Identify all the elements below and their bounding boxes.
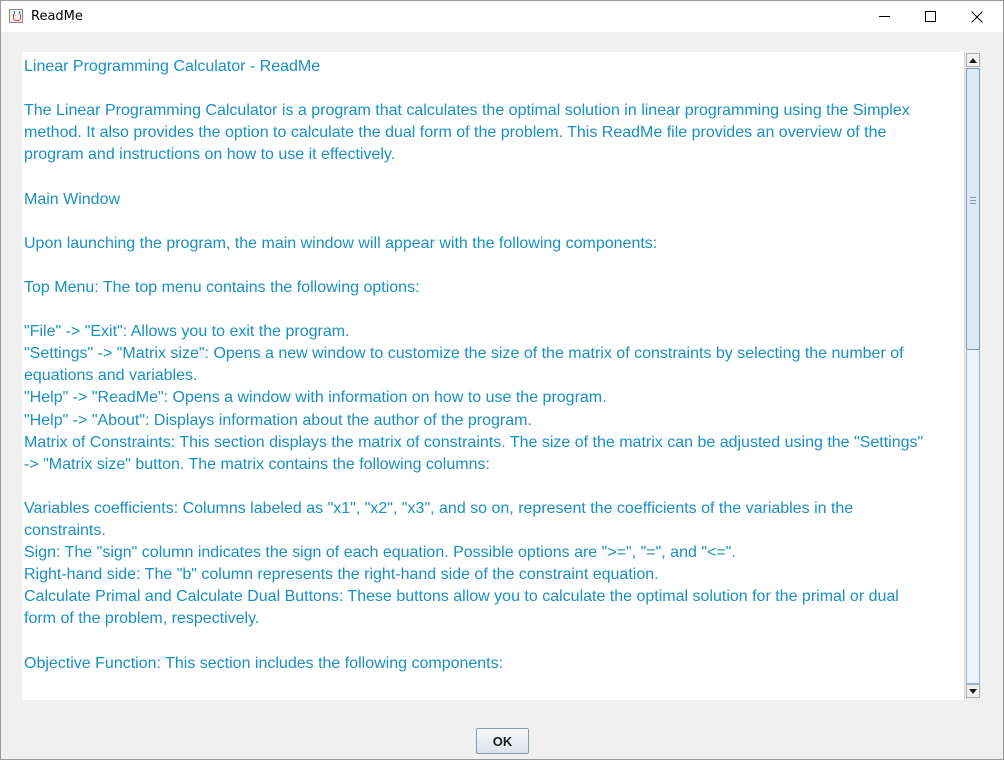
minimize-button[interactable] [861, 1, 907, 32]
readme-text-line [24, 675, 964, 697]
maximize-icon [924, 11, 936, 22]
readme-text-line [24, 255, 964, 277]
scrollbar-thumb[interactable] [966, 68, 980, 350]
readme-text-line [24, 166, 964, 188]
readme-text-line: program and instructions on how to use i… [24, 146, 396, 164]
readme-text-area[interactable]: Linear Programming Calculator - ReadMe Th… [24, 56, 964, 698]
readme-text-line [24, 630, 964, 652]
readme-text-line: Right-hand side: The "b" column represen… [24, 566, 659, 584]
readme-text-line: form of the problem, respectively. [24, 610, 260, 628]
readme-dialog: ReadMe Linear Programming Calculator - R… [0, 0, 1004, 760]
readme-scroll-pane[interactable]: Linear Programming Calculator - ReadMe Th… [22, 52, 981, 700]
readme-text-line [24, 299, 964, 321]
readme-text-line: The Linear Programming Calculator is a p… [24, 102, 910, 120]
readme-text-line: "Settings" -> "Matrix size": Opens a new… [24, 345, 904, 363]
maximize-button[interactable] [907, 1, 953, 32]
readme-text-line: method. It also provides the option to c… [24, 124, 887, 142]
close-button[interactable] [954, 1, 1000, 32]
readme-text-line: equations and variables. [24, 367, 198, 385]
arrow-up-icon [969, 57, 977, 63]
close-icon [971, 10, 983, 23]
vertical-scrollbar[interactable] [964, 52, 981, 700]
scroll-down-button[interactable] [966, 684, 980, 698]
readme-text-line: "Help" -> "About": Displays information … [24, 411, 532, 429]
readme-text-line: Objective Function: This section include… [24, 654, 504, 672]
readme-text-line: Variables coefficients: Columns labeled … [24, 499, 854, 517]
window-title: ReadMe [31, 9, 83, 24]
readme-text-line: -> "Matrix size" button. The matrix cont… [24, 455, 490, 473]
readme-text-line: "File" -> "Exit": Allows you to exit the… [24, 323, 350, 341]
readme-text-line [24, 78, 964, 100]
ok-button[interactable]: OK [476, 728, 529, 754]
readme-text-line [24, 476, 964, 498]
readme-text-line: Calculate Primal and Calculate Dual Butt… [24, 588, 899, 606]
scroll-up-button[interactable] [966, 53, 980, 67]
readme-text-line: Sign: The "sign" column indicates the si… [24, 544, 736, 562]
readme-text-line: Matrix of Constraints: This section disp… [24, 433, 924, 451]
title-bar[interactable]: ReadMe [1, 1, 1003, 32]
readme-text-line: constraints. [24, 521, 106, 539]
readme-text-line [24, 211, 964, 233]
minimize-icon [878, 16, 890, 17]
java-app-icon [9, 9, 23, 23]
readme-text-line: Upon launching the program, the main win… [24, 234, 658, 252]
readme-text-line: Main Window [24, 190, 121, 208]
readme-text-line: Linear Programming Calculator - ReadMe [24, 58, 321, 75]
readme-text-line: Top Menu: The top menu contains the foll… [24, 278, 420, 296]
readme-text-line: "Help" -> "ReadMe": Opens a window with … [24, 389, 607, 407]
arrow-down-icon [969, 688, 977, 694]
